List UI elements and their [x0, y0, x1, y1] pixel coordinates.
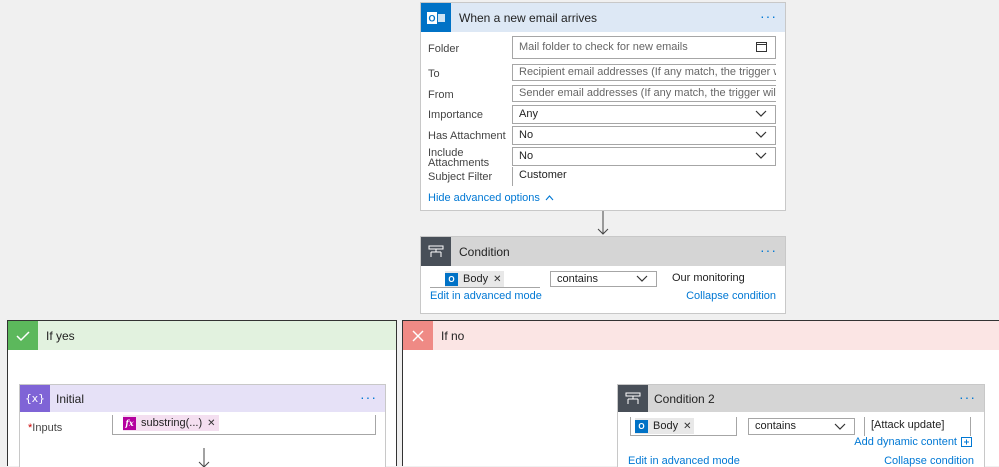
condition2-left-operand[interactable]: O Body ✕ — [630, 417, 737, 436]
condition-value[interactable]: Our monitoring — [672, 272, 745, 284]
condition-header[interactable]: Condition ··· — [421, 237, 785, 266]
condition2-operator-select[interactable]: contains — [748, 418, 855, 435]
from-label: From — [428, 89, 454, 101]
folder-label: Folder — [428, 43, 460, 55]
remove-token-icon[interactable]: ✕ — [493, 274, 501, 285]
hide-advanced-label: Hide advanced options — [428, 192, 540, 204]
condition2-header[interactable]: Condition 2 ··· — [618, 385, 984, 412]
add-dynamic-icon — [961, 437, 972, 447]
expression-token[interactable]: fx substring(...) ✕ — [123, 415, 219, 431]
condition2-value-field[interactable]: [Attack update] — [864, 417, 971, 436]
initial-title: Initial — [56, 391, 85, 406]
body-token[interactable]: O Body ✕ — [635, 418, 695, 435]
include-attachments-label-2: Attachments — [428, 157, 490, 169]
if-yes-title: If yes — [46, 328, 75, 343]
expression-token-label: substring(...) — [141, 416, 203, 429]
edit-advanced-link[interactable]: Edit in advanced mode — [628, 455, 740, 467]
condition-icon — [618, 385, 648, 412]
collapse-condition-link[interactable]: Collapse condition — [686, 290, 776, 302]
trigger-header[interactable]: O When a new email arrives ··· — [421, 3, 785, 32]
condition-operator-select[interactable]: contains — [550, 271, 657, 287]
chevron-down-icon — [834, 423, 846, 430]
if-yes-header[interactable]: If yes — [8, 321, 396, 350]
condition-left-operand[interactable]: O Body ✕ — [430, 271, 540, 288]
svg-text:O: O — [428, 13, 435, 23]
from-placeholder: Sender email addresses (If any match, th… — [519, 87, 776, 99]
to-field[interactable]: Recipient email addresses (If any match,… — [512, 64, 776, 81]
remove-token-icon[interactable]: ✕ — [207, 415, 215, 432]
inputs-field[interactable]: fx substring(...) ✕ — [112, 415, 376, 435]
folder-placeholder: Mail folder to check for new emails — [519, 41, 688, 53]
condition-operator-value: contains — [557, 273, 598, 285]
folder-picker-icon[interactable] — [756, 42, 767, 52]
has-attachment-value: No — [519, 129, 534, 141]
trigger-title: When a new email arrives — [459, 10, 598, 25]
subject-filter-label: Subject Filter — [428, 171, 493, 183]
variable-icon: {x} — [20, 385, 50, 412]
if-no-header[interactable]: If no — [403, 321, 999, 350]
if-no-title: If no — [441, 328, 465, 343]
inputs-label: *Inputs — [28, 422, 62, 434]
chevron-up-icon — [545, 195, 554, 201]
more-options-icon[interactable]: ··· — [760, 243, 777, 257]
inputs-label-text: Inputs — [32, 422, 63, 434]
collapse-condition-link[interactable]: Collapse condition — [884, 455, 974, 467]
connector-arrow — [198, 448, 210, 467]
chevron-down-icon — [755, 110, 767, 117]
condition2-card: Condition 2 ··· O Body ✕ contains [Attac… — [617, 384, 985, 467]
include-attachments-value: No — [519, 150, 534, 162]
outlook-icon: O — [421, 3, 451, 32]
to-label: To — [428, 68, 440, 80]
condition2-value: [Attack update] — [871, 419, 945, 431]
x-icon — [403, 321, 433, 350]
importance-label: Importance — [428, 109, 484, 121]
condition2-title: Condition 2 — [654, 391, 715, 406]
outlook-icon: O — [635, 419, 648, 433]
chevron-down-icon — [755, 152, 767, 159]
condition-icon — [421, 237, 451, 266]
add-dynamic-label: Add dynamic content — [854, 436, 957, 448]
chevron-down-icon — [636, 275, 648, 282]
hide-advanced-link[interactable]: Hide advanced options — [428, 192, 554, 204]
edit-advanced-link[interactable]: Edit in advanced mode — [430, 290, 542, 302]
include-attachments-select[interactable]: No — [512, 147, 776, 166]
remove-token-icon[interactable]: ✕ — [683, 418, 691, 435]
if-no-branch: If no Condition 2 ··· O Body ✕ contains … — [402, 320, 999, 467]
has-attachment-select[interactable]: No — [512, 126, 776, 145]
fx-icon: fx — [123, 416, 136, 430]
initial-header[interactable]: {x} Initial ··· — [20, 385, 385, 412]
trigger-card: O When a new email arrives ··· Folder Ma… — [420, 2, 786, 211]
has-attachment-label: Has Attachment — [428, 130, 506, 142]
more-options-icon[interactable]: ··· — [959, 390, 976, 404]
add-dynamic-content-link[interactable]: Add dynamic content — [854, 436, 972, 448]
body-token[interactable]: O Body ✕ — [445, 271, 505, 287]
from-field[interactable]: Sender email addresses (If any match, th… — [512, 85, 776, 102]
check-icon — [8, 321, 38, 350]
condition-title: Condition — [459, 244, 510, 259]
outlook-icon: O — [445, 272, 458, 286]
folder-field[interactable]: Mail folder to check for new emails — [512, 36, 776, 59]
condition2-operator-value: contains — [755, 420, 796, 432]
importance-value: Any — [519, 108, 538, 120]
connector-arrow — [597, 211, 609, 235]
chevron-down-icon — [755, 131, 767, 138]
more-options-icon[interactable]: ··· — [360, 390, 377, 404]
more-options-icon[interactable]: ··· — [760, 9, 777, 23]
subject-filter-value: Customer — [519, 169, 567, 181]
condition-card: Condition ··· O Body ✕ contains Our moni… — [420, 236, 786, 314]
body-token-label: Body — [463, 273, 489, 285]
body-token-label: Body — [653, 419, 679, 432]
importance-select[interactable]: Any — [512, 105, 776, 124]
if-yes-branch: If yes {x} Initial ··· *Inputs fx substr… — [7, 320, 397, 467]
subject-filter-field[interactable]: Customer — [512, 167, 776, 186]
to-placeholder: Recipient email addresses (If any match,… — [519, 66, 776, 78]
